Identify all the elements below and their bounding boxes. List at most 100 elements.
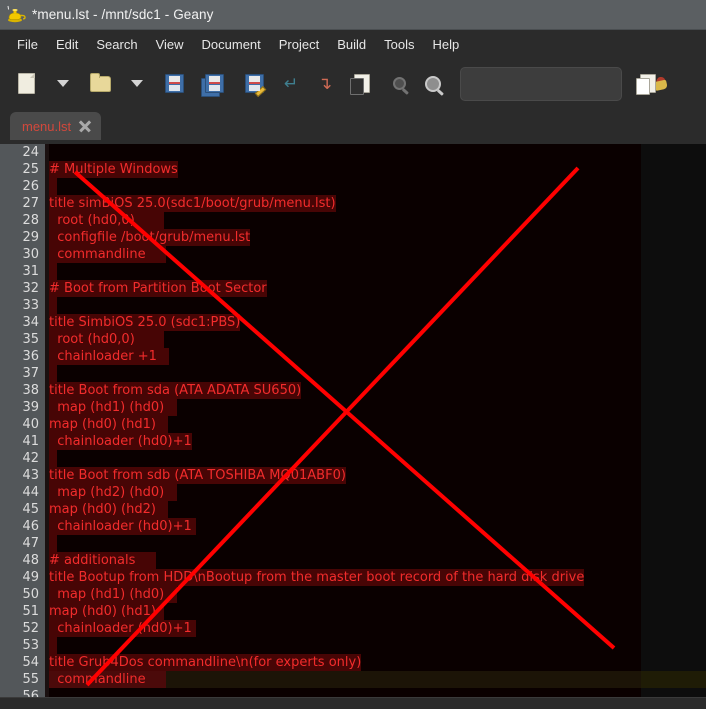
code-line[interactable]: title Grub4Dos commandline\n(for experts… <box>49 654 641 671</box>
chevron-down-icon <box>57 80 69 87</box>
line-number: 29 <box>22 230 39 245</box>
window-title: *menu.lst - /mnt/sdc1 - Geany <box>32 7 214 22</box>
line-number: 43 <box>22 468 39 483</box>
code-line[interactable]: map (hd1) (hd0) <box>49 399 641 416</box>
line-number: 53 <box>22 638 39 653</box>
editor-area[interactable]: 24 25 26 27 28 29 30 31 32 33 34 35 36 37 38 39 40 41 42 43… <box>0 144 706 697</box>
menu-tools[interactable]: Tools <box>375 34 423 55</box>
menu-build[interactable]: Build <box>328 34 375 55</box>
code-line[interactable] <box>49 450 641 467</box>
code-line[interactable]: root (hd0,0) <box>49 212 641 229</box>
code-line[interactable]: # additionals <box>49 552 641 569</box>
save-all-button[interactable] <box>194 65 234 103</box>
line-number: 46 <box>22 519 39 534</box>
save-as-button[interactable] <box>234 65 274 103</box>
code-line[interactable]: chainloader +1 <box>49 348 641 365</box>
line-number: 33 <box>22 298 39 313</box>
new-document-button[interactable] <box>6 65 46 103</box>
code-line[interactable]: title SimbiOS 25.0 (sdc1:PBS) <box>49 314 641 331</box>
code-line[interactable] <box>49 263 641 280</box>
menu-view[interactable]: View <box>147 34 193 55</box>
status-bar <box>0 697 706 709</box>
code-line[interactable]: map (hd2) (hd0) <box>49 484 641 501</box>
code-line[interactable]: title Boot from sdb (ATA TOSHIBA MQ01ABF… <box>49 467 641 484</box>
code-line[interactable]: # Boot from Partition Boot Sector <box>49 280 641 297</box>
code-line[interactable]: title Boot from sda (ATA ADATA SU650) <box>49 382 641 399</box>
line-number: 39 <box>22 400 39 415</box>
code-line[interactable]: configfile /boot/grub/menu.lst <box>49 229 641 246</box>
code-line-text <box>49 637 58 654</box>
replace-button[interactable] <box>628 65 668 103</box>
tab-menu-lst[interactable]: menu.lst <box>10 112 102 140</box>
search-field-wrapper[interactable] <box>460 66 653 101</box>
code-line-text: chainloader +1 <box>49 348 170 365</box>
line-number: 54 <box>22 655 39 670</box>
code-line-text <box>49 297 58 314</box>
code-line[interactable]: root (hd0,0) <box>49 331 641 348</box>
magnifier-plus-icon <box>425 75 441 92</box>
tab-label: menu.lst <box>22 118 72 134</box>
code-line[interactable]: chainloader (hd0)+1 <box>49 433 641 450</box>
code-line[interactable] <box>49 365 641 382</box>
code-line[interactable]: commandline <box>49 246 641 263</box>
menu-edit[interactable]: Edit <box>47 34 87 55</box>
line-number: 38 <box>22 383 39 398</box>
code-line[interactable]: commandline <box>49 671 641 688</box>
code-line[interactable]: # Multiple Windows <box>49 161 641 178</box>
zoom-out-button[interactable] <box>382 65 416 103</box>
code-line[interactable] <box>49 297 641 314</box>
code-line[interactable]: map (hd0) (hd1) <box>49 416 641 433</box>
menu-document[interactable]: Document <box>193 34 270 55</box>
chevron-down-icon <box>131 80 143 87</box>
search-input[interactable] <box>461 76 653 91</box>
menu-file[interactable]: File <box>8 34 47 55</box>
forward-button[interactable]: ↴ <box>308 65 342 103</box>
code-line[interactable] <box>49 637 641 654</box>
code-line[interactable]: title Bootup from HDD\nBootup from the m… <box>49 569 641 586</box>
code-line-text: title Bootup from HDD\nBootup from the m… <box>49 569 585 586</box>
document-tab-strip: menu.lst <box>0 108 706 144</box>
save-button[interactable] <box>154 65 194 103</box>
title-bar: *menu.lst - /mnt/sdc1 - Geany <box>0 0 706 30</box>
code-line[interactable] <box>49 144 641 161</box>
line-number: 56 <box>22 689 39 697</box>
new-document-dropdown[interactable] <box>46 65 80 103</box>
save-as-floppy-pencil-icon <box>244 74 266 98</box>
close-x-icon[interactable] <box>78 119 92 133</box>
zoom-in-button[interactable] <box>416 65 450 103</box>
line-number: 34 <box>22 315 39 330</box>
line-number: 32 <box>22 281 39 296</box>
code-line[interactable]: chainloader (hd0)+1 <box>49 620 641 637</box>
code-text-area[interactable]: # Multiple Windows title simBiOS 25.0(sd… <box>49 144 641 697</box>
menu-project[interactable]: Project <box>270 34 328 55</box>
code-line[interactable]: map (hd1) (hd0) <box>49 586 641 603</box>
code-line-text: # Boot from Partition Boot Sector <box>49 280 267 297</box>
compile-button[interactable] <box>342 65 382 103</box>
code-line-text <box>49 450 58 467</box>
code-line[interactable] <box>49 688 641 697</box>
code-line-text: chainloader (hd0)+1 <box>49 433 192 450</box>
code-line-text: title Boot from sdb (ATA TOSHIBA MQ01ABF… <box>49 467 346 484</box>
open-file-dropdown[interactable] <box>120 65 154 103</box>
line-number: 52 <box>22 621 39 636</box>
code-line-text: map (hd1) (hd0) <box>49 586 177 603</box>
menu-search[interactable]: Search <box>87 34 146 55</box>
code-line-text: root (hd0,0) <box>49 331 164 348</box>
line-number: 35 <box>22 332 39 347</box>
line-number: 24 <box>22 145 39 160</box>
code-line[interactable]: map (hd0) (hd1) <box>49 603 641 620</box>
line-number: 26 <box>22 179 39 194</box>
code-line[interactable]: title simBiOS 25.0(sdc1/boot/grub/menu.l… <box>49 195 641 212</box>
code-line-text: title Boot from sda (ATA ADATA SU650) <box>49 382 302 399</box>
code-line[interactable] <box>49 178 641 195</box>
line-number: 40 <box>22 417 39 432</box>
code-line[interactable]: chainloader (hd0)+1 <box>49 518 641 535</box>
save-floppy-icon <box>164 74 184 93</box>
code-line[interactable]: map (hd0) (hd2) <box>49 501 641 518</box>
open-file-button[interactable] <box>80 65 120 103</box>
code-line[interactable] <box>49 535 641 552</box>
menu-help[interactable]: Help <box>424 34 469 55</box>
back-button[interactable]: ↵ <box>274 65 308 103</box>
line-number: 49 <box>22 570 39 585</box>
code-line-text: map (hd2) (hd0) <box>49 484 177 501</box>
